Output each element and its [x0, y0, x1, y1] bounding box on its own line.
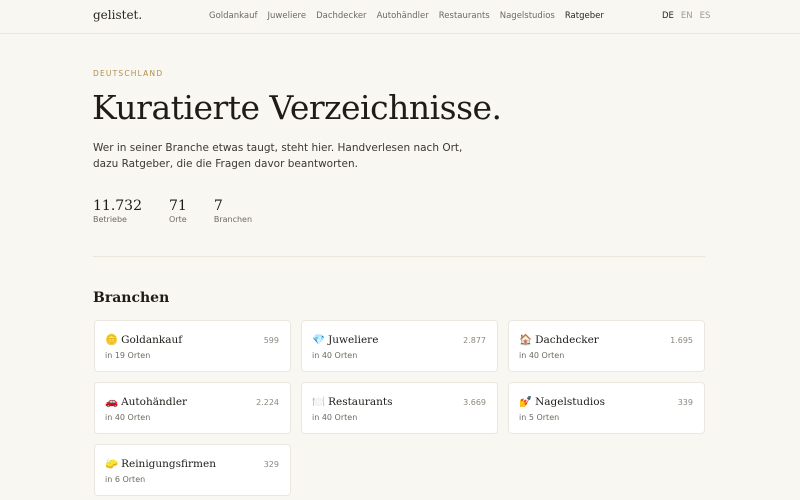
language-switcher: DE EN ES [662, 11, 717, 21]
hero-lede: Wer in seiner Branche etwas taugt, steht… [93, 140, 463, 172]
branch-locations: in 19 Orten [105, 351, 151, 360]
hero-eyebrow: DEUTSCHLAND [93, 69, 164, 78]
branch-card-title: 🍽️ Restaurants [312, 395, 392, 408]
stat-orte: 71 Orte [169, 198, 187, 224]
branch-count: 2.224 [256, 398, 279, 407]
hero-lede-line-2: dazu Ratgeber, die die Fragen davor bean… [93, 158, 358, 170]
nav-ratgeber[interactable]: Ratgeber [565, 11, 604, 21]
branch-count: 599 [263, 336, 279, 345]
branch-card-title: 🏠 Dachdecker [519, 333, 599, 346]
section-divider [93, 256, 705, 257]
branch-count: 1.695 [670, 336, 693, 345]
branch-card-juweliere[interactable]: 💎 Juweliere 2.877 in 40 Orten [301, 320, 498, 372]
plate-icon: 🍽️ [312, 396, 326, 408]
stat-value: 11.732 [93, 198, 142, 214]
branch-count: 2.877 [463, 336, 486, 345]
site-logo[interactable]: gelistet. [93, 8, 142, 22]
stats-row: 11.732 Betriebe 71 Orte 7 Branchen [93, 198, 279, 224]
page-title: Kuratierte Verzeichnisse. [92, 88, 502, 127]
stat-value: 71 [169, 198, 187, 214]
branch-count: 339 [677, 398, 693, 407]
branches-section-title: Branchen [93, 290, 170, 306]
branch-locations: in 6 Orten [105, 475, 146, 484]
nav-juweliere[interactable]: Juweliere [268, 11, 307, 21]
stat-label: Branchen [213, 215, 253, 224]
stat-value: 7 [213, 198, 223, 214]
branch-locations: in 40 Orten [105, 413, 151, 422]
branch-card-title: 💎 Juweliere [312, 333, 378, 346]
nav-nagelstudios[interactable]: Nagelstudios [500, 11, 555, 21]
house-icon: 🏠 [519, 334, 533, 346]
nav-restaurants[interactable]: Restaurants [439, 11, 490, 21]
branch-locations: in 5 Orten [519, 413, 560, 422]
nav-goldankauf[interactable]: Goldankauf [209, 11, 258, 21]
branch-card-dachdecker[interactable]: 🏠 Dachdecker 1.695 in 40 Orten [508, 320, 705, 372]
branch-card-title: 🧽 Reinigungsfirmen [105, 457, 216, 470]
stat-betriebe: 11.732 Betriebe [93, 198, 142, 224]
hero-lede-line-1: Wer in seiner Branche etwas taugt, steht… [93, 142, 463, 154]
branch-card-autohaendler[interactable]: 🚗 Autohändler 2.224 in 40 Orten [94, 382, 291, 434]
car-icon: 🚗 [105, 396, 119, 408]
diamond-icon: 💎 [312, 334, 326, 346]
branches-grid: 🪙 Goldankauf 599 in 19 Orten 💎 Juweliere 2… [94, 320, 706, 496]
branch-card-goldankauf[interactable]: 🪙 Goldankauf 599 in 19 Orten [94, 320, 291, 372]
branch-name: Dachdecker [535, 334, 599, 346]
branch-name: Goldankauf [121, 334, 183, 346]
lang-en[interactable]: EN [681, 11, 693, 21]
nav-autohaendler[interactable]: Autohändler [377, 11, 429, 21]
nail-polish-icon: 💅 [519, 396, 533, 408]
branch-locations: in 40 Orten [312, 413, 358, 422]
branch-locations: in 40 Orten [312, 351, 358, 360]
top-navigation-bar: gelistet. Goldankauf Juweliere Dachdecke… [0, 0, 800, 34]
branch-card-reinigungsfirmen[interactable]: 🧽 Reinigungsfirmen 329 in 6 Orten [94, 444, 291, 496]
sponge-icon: 🧽 [105, 458, 119, 470]
main-nav: Goldankauf Juweliere Dachdecker Autohänd… [209, 11, 614, 21]
branch-card-title: 💅 Nagelstudios [519, 395, 605, 408]
branch-name: Juweliere [328, 334, 379, 346]
branch-card-title: 🚗 Autohändler [105, 395, 187, 408]
branch-card-restaurants[interactable]: 🍽️ Restaurants 3.669 in 40 Orten [301, 382, 498, 434]
gold-coin-icon: 🪙 [105, 334, 119, 346]
branch-count: 3.669 [463, 398, 486, 407]
branch-locations: in 40 Orten [519, 351, 565, 360]
stat-label: Orte [169, 215, 187, 224]
nav-dachdecker[interactable]: Dachdecker [316, 11, 366, 21]
branch-name: Autohändler [121, 396, 188, 408]
branch-count: 329 [263, 460, 279, 469]
stat-label: Betriebe [93, 215, 127, 224]
branch-card-nagelstudios[interactable]: 💅 Nagelstudios 339 in 5 Orten [508, 382, 705, 434]
branch-name: Reinigungsfirmen [121, 458, 216, 470]
branch-name: Restaurants [328, 396, 393, 408]
stat-branchen: 7 Branchen [214, 198, 252, 224]
branch-card-title: 🪙 Goldankauf [105, 333, 182, 346]
branch-name: Nagelstudios [535, 396, 605, 408]
lang-de[interactable]: DE [662, 11, 674, 21]
lang-es[interactable]: ES [700, 11, 711, 21]
